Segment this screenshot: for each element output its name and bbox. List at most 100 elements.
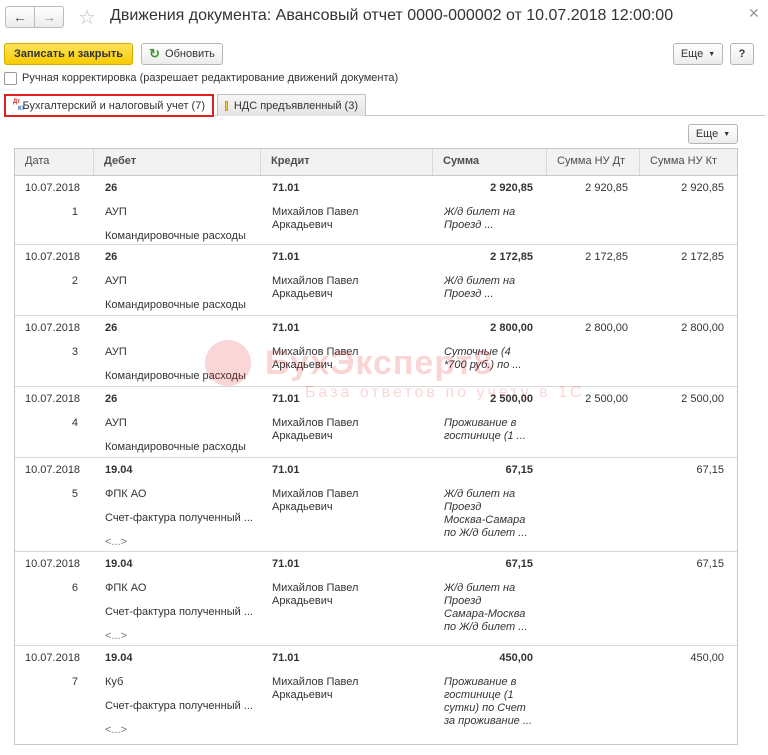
cell-debit-account: 19.04 <box>105 652 133 664</box>
cell-line-number: 1 <box>71 206 78 218</box>
help-button[interactable]: ? <box>730 43 754 65</box>
cell-credit-account: 71.01 <box>272 558 300 570</box>
table-row[interactable]: 10.07.2018 7 19.04 Куб Счет-фактура полученн… <box>15 646 737 744</box>
cell-debit-subconto-2: Счет-фактура полученный ... <box>105 606 253 618</box>
cell-nu-kt: 450,00 <box>690 652 724 664</box>
manual-correction-label: Ручная корректировка (разрешает редактир… <box>22 72 399 84</box>
cell-debit-subconto-3: <...> <box>105 630 128 642</box>
cell-line-number: 6 <box>71 582 78 594</box>
cell-date: 10.07.2018 <box>25 251 81 263</box>
column-header-nu-dt[interactable]: Сумма НУ Дт <box>546 149 639 175</box>
tab-accounting[interactable]: Дт Кт Бухгалтерский и налоговый учет (7) <box>4 94 214 117</box>
table-row[interactable]: 10.07.2018 3 26 АУП Командировочные расходы 7… <box>15 316 737 387</box>
back-button[interactable]: ← <box>5 6 35 28</box>
cell-sum: 67,15 <box>505 558 533 570</box>
cell-credit-subconto: Михайлов Павел Аркадьевич <box>272 488 359 513</box>
cell-line-number: 2 <box>71 275 78 287</box>
column-header-credit[interactable]: Кредит <box>260 149 432 175</box>
cell-content: Ж/д билет на Проезд Самара-Москва по Ж/д… <box>444 582 528 633</box>
cell-debit-account: 26 <box>105 251 118 263</box>
cell-debit-subconto-1: АУП <box>105 206 127 218</box>
cell-date: 10.07.2018 <box>25 322 81 334</box>
tab-vat[interactable]: НДС предъявленный (3) <box>217 94 366 116</box>
column-header-nu-kt[interactable]: Сумма НУ Кт <box>639 149 737 175</box>
cell-line-number: 3 <box>71 346 78 358</box>
cell-debit-account: 19.04 <box>105 558 133 570</box>
help-label: ? <box>738 48 746 60</box>
table-row[interactable]: 10.07.2018 4 26 АУП Командировочные расходы 7… <box>15 387 737 458</box>
cell-credit-subconto: Михайлов Павел Аркадьевич <box>272 275 359 300</box>
cell-nu-kt: 2 920,85 <box>681 182 724 194</box>
dt-kt-icon: Дт Кт <box>13 98 25 112</box>
cell-line-number: 7 <box>71 676 78 688</box>
cell-debit-subconto-1: ФПК АО <box>105 488 147 500</box>
cell-credit-account: 71.01 <box>272 322 300 334</box>
chevron-down-icon: ▼ <box>723 130 731 138</box>
chevron-down-icon: ▼ <box>708 50 716 58</box>
grid-more-button[interactable]: Еще ▼ <box>688 124 738 144</box>
column-header-sum[interactable]: Сумма <box>432 149 546 175</box>
vat-register-icon <box>225 100 228 111</box>
cell-debit-subconto-3: <...> <box>105 724 128 736</box>
cell-debit-subconto-2: Счет-фактура полученный ... <box>105 700 253 712</box>
more-label: Еще <box>680 48 704 60</box>
favorite-star-icon[interactable]: ☆ <box>78 5 96 30</box>
cell-sum: 450,00 <box>499 652 533 664</box>
refresh-label: Обновить <box>165 48 215 60</box>
cell-credit-account: 71.01 <box>272 251 300 263</box>
save-and-close-label: Записать и закрыть <box>13 48 124 60</box>
cell-nu-dt: 2 172,85 <box>585 251 628 263</box>
cell-debit-subconto-1: АУП <box>105 346 127 358</box>
cell-debit-account: 26 <box>105 182 118 194</box>
forward-button[interactable]: → <box>34 6 64 28</box>
cell-sum: 2 172,85 <box>490 251 533 263</box>
cell-sum: 67,15 <box>505 464 533 476</box>
refresh-icon: ↻ <box>149 46 161 61</box>
table-row[interactable]: 10.07.2018 5 19.04 ФПК АО Счет-фактура получ… <box>15 458 737 552</box>
cell-debit-subconto-3: <...> <box>105 536 128 548</box>
arrow-left-icon: ← <box>13 9 27 25</box>
arrow-right-icon: → <box>42 9 56 25</box>
cell-nu-dt: 2 920,85 <box>585 182 628 194</box>
cell-nu-kt: 2 800,00 <box>681 322 724 334</box>
entries-table[interactable]: Дата Дебет Кредит Сумма Сумма НУ Дт Сумм… <box>14 148 738 745</box>
manual-correction-checkbox[interactable] <box>4 71 17 85</box>
cell-line-number: 5 <box>71 488 78 500</box>
title-bar: ← → ☆ Движения документа: Авансовый отче… <box>0 0 768 36</box>
cell-debit-account: 19.04 <box>105 464 133 476</box>
cell-content: Ж/д билет на Проезд Москва-Самара по Ж/д… <box>444 488 528 539</box>
cell-nu-dt: 2 800,00 <box>585 322 628 334</box>
cell-content: Проживание в гостинице (1 сутки) по Счет… <box>444 676 533 727</box>
cell-nu-dt: 2 500,00 <box>585 393 628 405</box>
table-row[interactable]: 10.07.2018 2 26 АУП Командировочные расходы 7… <box>15 245 737 316</box>
cell-date: 10.07.2018 <box>25 182 81 194</box>
cell-debit-subconto-2: Командировочные расходы <box>105 370 246 382</box>
cell-nu-kt: 2 500,00 <box>681 393 724 405</box>
more-menu-button[interactable]: Еще ▼ <box>673 43 723 65</box>
cell-debit-subconto-1: АУП <box>105 275 127 287</box>
table-row[interactable]: 10.07.2018 1 26 АУП Командировочные расходы 7… <box>15 176 737 245</box>
cell-nu-kt: 2 172,85 <box>681 251 724 263</box>
cell-date: 10.07.2018 <box>25 652 81 664</box>
cell-debit-subconto-1: Куб <box>105 676 124 688</box>
save-and-close-button[interactable]: Записать и закрыть <box>4 43 133 65</box>
column-header-debit[interactable]: Дебет <box>93 149 260 175</box>
grid-more-label: Еще <box>695 128 719 140</box>
cell-sum: 2 800,00 <box>490 322 533 334</box>
column-header-date[interactable]: Дата <box>15 149 93 175</box>
cell-date: 10.07.2018 <box>25 558 81 570</box>
tab-vat-label: НДС предъявленный (3) <box>233 99 358 112</box>
table-row[interactable]: 10.07.2018 6 19.04 ФПК АО Счет-фактура получ… <box>15 552 737 646</box>
cell-credit-subconto: Михайлов Павел Аркадьевич <box>272 417 359 442</box>
cell-date: 10.07.2018 <box>25 393 81 405</box>
cell-credit-account: 71.01 <box>272 652 300 664</box>
refresh-button[interactable]: ↻ Обновить <box>141 43 223 65</box>
close-icon[interactable]: ✕ <box>748 5 760 22</box>
cell-debit-subconto-2: Счет-фактура полученный ... <box>105 512 253 524</box>
cell-debit-subconto-2: Командировочные расходы <box>105 299 246 311</box>
cell-debit-subconto-1: АУП <box>105 417 127 429</box>
cell-credit-subconto: Михайлов Павел Аркадьевич <box>272 206 359 231</box>
cell-date: 10.07.2018 <box>25 464 81 476</box>
window-title: Движения документа: Авансовый отчет 0000… <box>110 7 674 24</box>
manual-correction-row[interactable]: Ручная корректировка (разрешает редактир… <box>4 71 398 85</box>
